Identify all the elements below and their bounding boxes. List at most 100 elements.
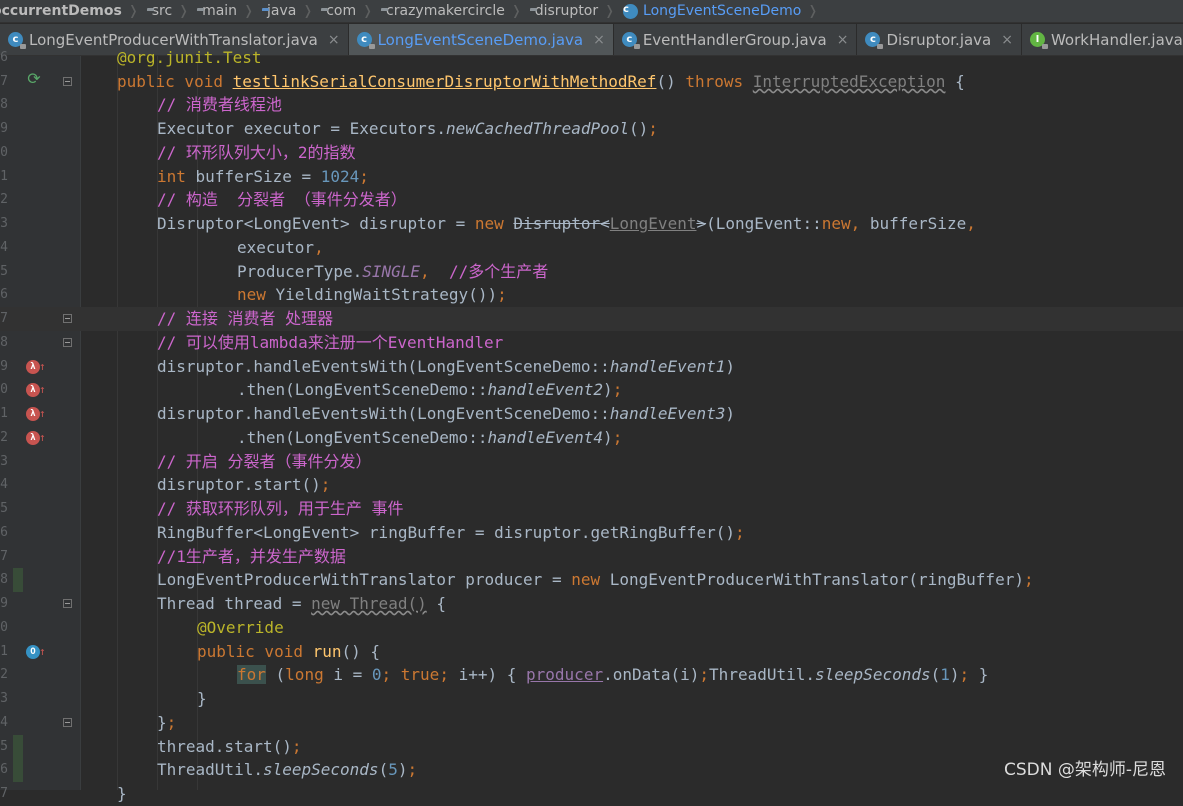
class-file-icon: c: [356, 32, 375, 49]
code-token: true: [400, 665, 440, 684]
code-token: ;: [381, 665, 401, 684]
breadcrumb-item[interactable]: src ❭: [139, 0, 189, 22]
code-line[interactable]: 2 λ ↑ .then(LongEventSceneDemo::handleEvent…: [0, 426, 1183, 450]
code-line[interactable]: 3 Disruptor<LongEvent> disruptor = new Di…: [0, 212, 1183, 236]
fold-marker-icon[interactable]: [63, 338, 72, 347]
code-comment: // 消费者线程池: [157, 95, 282, 114]
code-line[interactable]: 0 @Override: [0, 616, 1183, 640]
navigate-arrow-icon[interactable]: ↑: [39, 402, 46, 426]
code-token: @org.junit.Test: [117, 48, 262, 67]
code-token: Thread thread =: [157, 594, 312, 613]
line-number: 9: [0, 121, 8, 136]
code-comment: // 获取环形队列，用于生产 事件: [157, 499, 404, 518]
code-line[interactable]: 5 ProducerType.SINGLE, //多个生产者: [0, 260, 1183, 284]
line-number: 0: [0, 382, 8, 397]
line-number: 3: [0, 691, 8, 706]
code-token: for: [237, 665, 266, 684]
code-token: ThreadUtil.: [157, 760, 263, 779]
code-line[interactable]: 6 RingBuffer<LongEvent> ringBuffer = disr…: [0, 521, 1183, 545]
code-comment: //多个生产者: [448, 262, 549, 281]
line-number: 7: [0, 786, 8, 801]
breadcrumb-item[interactable]: crazymakercircle ❭: [373, 0, 522, 22]
code-token: Disruptor<LongEvent> disruptor =: [157, 214, 475, 233]
code-line-current[interactable]: 7 // 连接 消费者 处理器: [0, 307, 1183, 331]
breadcrumb-item[interactable]: main ❭: [189, 0, 254, 22]
vcs-change-marker[interactable]: [13, 758, 23, 782]
code-token: new: [474, 214, 514, 233]
lambda-icon[interactable]: λ: [26, 431, 40, 445]
navigate-arrow-icon[interactable]: ↑: [39, 640, 46, 664]
code-token: ): [725, 357, 735, 376]
code-line[interactable]: 3 // 开启 分裂者（事件分发）: [0, 450, 1183, 474]
chevron-right-icon: ❭: [362, 3, 374, 19]
lambda-icon[interactable]: λ: [26, 407, 40, 421]
code-token: ;: [291, 737, 302, 756]
code-line[interactable]: 1 int bufferSize = 1024;: [0, 165, 1183, 189]
fold-marker-icon[interactable]: [63, 314, 72, 323]
code-line[interactable]: 4};: [0, 711, 1183, 735]
code-line[interactable]: 8 // 可以使用lambda来注册一个EventHandler: [0, 331, 1183, 355]
code-token: producer: [526, 665, 604, 684]
code-line[interactable]: 8 // 消费者线程池: [0, 93, 1183, 117]
navigate-arrow-icon[interactable]: ↑: [39, 355, 46, 379]
code-token: ;: [734, 523, 745, 542]
breadcrumb-item[interactable]: c LongEventSceneDemo ❭: [615, 0, 818, 22]
code-token: ;: [612, 380, 623, 399]
navigate-arrow-icon[interactable]: ↑: [39, 378, 46, 402]
code-comment: // 开启 分裂者（事件分发）: [157, 452, 372, 471]
code-token: LongEventProducerWithTranslator producer…: [157, 570, 572, 589]
navigate-arrow-icon[interactable]: ↑: [39, 426, 46, 450]
code-line[interactable]: 6 new YieldingWaitStrategy());: [0, 283, 1183, 307]
code-line[interactable]: 0 // 环形队列大小，2的指数: [0, 141, 1183, 165]
code-editor[interactable]: 6 @org.junit.Test 7 ⟳ public void testlinkS…: [0, 48, 1183, 803]
code-token: () {: [341, 642, 381, 661]
code-line[interactable]: 1 O ↑ public void run() {: [0, 640, 1183, 664]
code-token: RingBuffer<LongEvent> ringBuffer = disru…: [157, 523, 735, 542]
code-token: public void: [117, 72, 233, 91]
code-line-annotation[interactable]: 6 @org.junit.Test: [0, 46, 1183, 70]
code-line[interactable]: 9 Thread thread = new Thread() {: [0, 592, 1183, 616]
code-line[interactable]: 9 Executor executor = Executors.newCached…: [0, 117, 1183, 141]
code-line[interactable]: 0 λ ↑ .then(LongEventSceneDemo::handleEvent…: [0, 378, 1183, 402]
code-token: <: [600, 214, 610, 233]
code-token: SINGLE: [362, 262, 421, 281]
breadcrumb-label: java: [266, 3, 297, 19]
code-line[interactable]: 5 // 获取环形队列，用于生产 事件: [0, 497, 1183, 521]
fold-marker-icon[interactable]: [63, 77, 72, 86]
breadcrumb-item[interactable]: java ❭: [254, 0, 313, 22]
code-line[interactable]: 2 for (long i = 0; true; i++) { producer.…: [0, 663, 1183, 687]
breadcrumb-item[interactable]: occurrentDemos ❭: [0, 0, 139, 22]
code-line[interactable]: 2 // 构造 分裂者 （事件分发者）: [0, 188, 1183, 212]
navigation-breadcrumb: occurrentDemos ❭ src ❭ main ❭ java ❭ com ❭ crazyma…: [0, 0, 1183, 23]
breadcrumb-item[interactable]: disruptor ❭: [522, 0, 615, 22]
code-line[interactable]: 4 disruptor.start();: [0, 473, 1183, 497]
code-token: throws: [685, 72, 753, 91]
code-token: new: [821, 214, 851, 233]
lambda-icon[interactable]: λ: [26, 383, 40, 397]
code-token: YieldingWaitStrategy()): [275, 285, 498, 304]
breadcrumb-item[interactable]: com ❭: [313, 0, 373, 22]
lambda-icon[interactable]: λ: [26, 360, 40, 374]
line-number: 8: [0, 572, 8, 587]
line-number: 3: [0, 454, 8, 469]
line-number: 5: [0, 264, 8, 279]
run-test-icon[interactable]: ⟳: [27, 71, 41, 87]
code-line[interactable]: 3}: [0, 687, 1183, 711]
chevron-right-icon: ❭: [510, 3, 522, 19]
code-token: new: [571, 570, 610, 589]
code-token: ;: [359, 167, 369, 186]
code-line[interactable]: 8 LongEventProducerWithTranslator produce…: [0, 568, 1183, 592]
override-icon[interactable]: O: [26, 645, 40, 659]
fold-marker-icon[interactable]: [63, 718, 72, 727]
vcs-change-marker[interactable]: [13, 735, 23, 759]
fold-marker-icon[interactable]: [63, 599, 72, 608]
code-line[interactable]: 4 executor,: [0, 236, 1183, 260]
code-token: ,: [420, 262, 449, 281]
code-line[interactable]: 1 λ ↑ disruptor.handleEventsWith(LongEventS…: [0, 402, 1183, 426]
code-line[interactable]: 7}: [0, 782, 1183, 806]
code-line[interactable]: 9 λ ↑ disruptor.handleEventsWith(LongEventS…: [0, 355, 1183, 379]
vcs-change-marker[interactable]: [13, 568, 23, 592]
code-line[interactable]: 7 //1生产者，并发生产数据: [0, 545, 1183, 569]
code-comment: // 连接 消费者 处理器: [157, 309, 334, 328]
code-line-method-signature[interactable]: 7 ⟳ public void testlinkSerialConsumerDisr…: [0, 70, 1183, 94]
